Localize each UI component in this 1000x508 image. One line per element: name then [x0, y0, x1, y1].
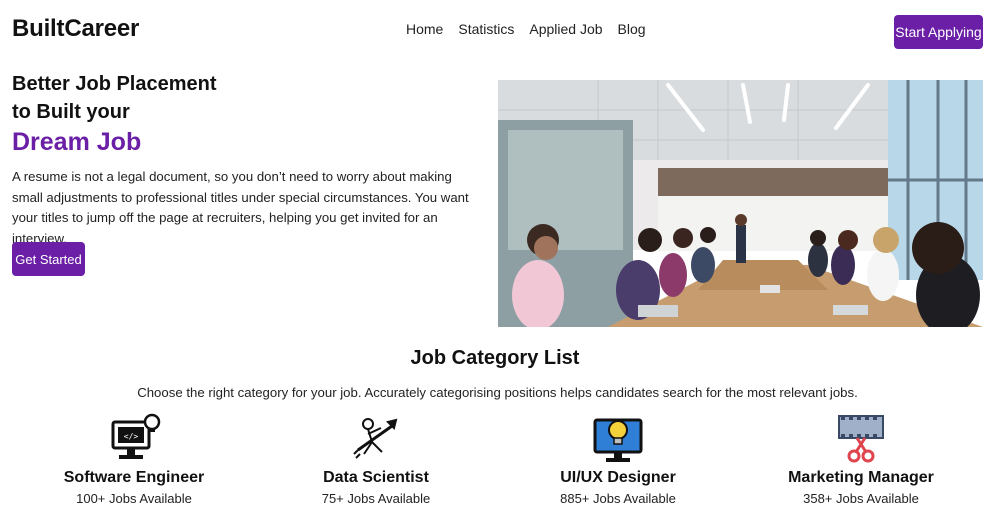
category-count: 358+ Jobs Available	[803, 491, 919, 506]
job-category-subtitle: Choose the right category for your job. …	[137, 385, 858, 400]
get-started-button[interactable]: Get Started	[12, 242, 85, 276]
nav-link-home[interactable]: Home	[406, 21, 443, 37]
monitor-lightbulb-icon	[593, 418, 643, 462]
main-nav: Home Statistics Applied Job Blog	[406, 21, 661, 37]
job-category-title: Job Category List	[410, 347, 580, 369]
computer-code-icon: </>	[111, 413, 161, 459]
start-applying-button[interactable]: Start Applying	[894, 15, 983, 49]
nav-link-blog[interactable]: Blog	[618, 21, 646, 37]
hero-description: A resume is not a legal document, so you…	[12, 169, 469, 246]
category-card-marketing-manager[interactable]: Marketing Manager 358+ Jobs Available	[741, 410, 981, 506]
hero-title-accent: Dream Job	[12, 128, 142, 156]
category-name: Data Scientist	[323, 469, 429, 486]
film-scissors-icon	[838, 415, 884, 463]
hero-title-line-1: Better Job Placement	[12, 73, 217, 95]
brand-logo[interactable]: BuiltCareer	[12, 15, 139, 43]
hero-title-line-2: to Built your	[12, 101, 130, 123]
hero-meeting-photo	[498, 80, 983, 327]
category-count: 100+ Jobs Available	[76, 491, 192, 506]
category-card-ui-ux-designer[interactable]: UI/UX Designer 885+ Jobs Available	[498, 410, 738, 506]
category-count: 885+ Jobs Available	[560, 491, 676, 506]
category-name: Marketing Manager	[788, 469, 934, 486]
category-card-data-scientist[interactable]: Data Scientist 75+ Jobs Available	[256, 410, 496, 506]
category-count: 75+ Jobs Available	[321, 491, 431, 506]
nav-link-applied-job[interactable]: Applied Job	[529, 21, 602, 37]
svg-text:</>: </>	[124, 432, 139, 441]
hero-text: Better Job Placement to Built your Dream…	[12, 70, 482, 249]
category-name: Software Engineer	[63, 469, 205, 486]
nav-link-statistics[interactable]: Statistics	[458, 21, 514, 37]
rocket-person-icon	[353, 418, 398, 459]
category-name: UI/UX Designer	[560, 469, 676, 486]
category-card-software-engineer[interactable]: </> Software Engineer 100+ Jobs Availabl…	[14, 410, 254, 506]
navbar: BuiltCareer Home Statistics Applied Job …	[0, 0, 1000, 62]
